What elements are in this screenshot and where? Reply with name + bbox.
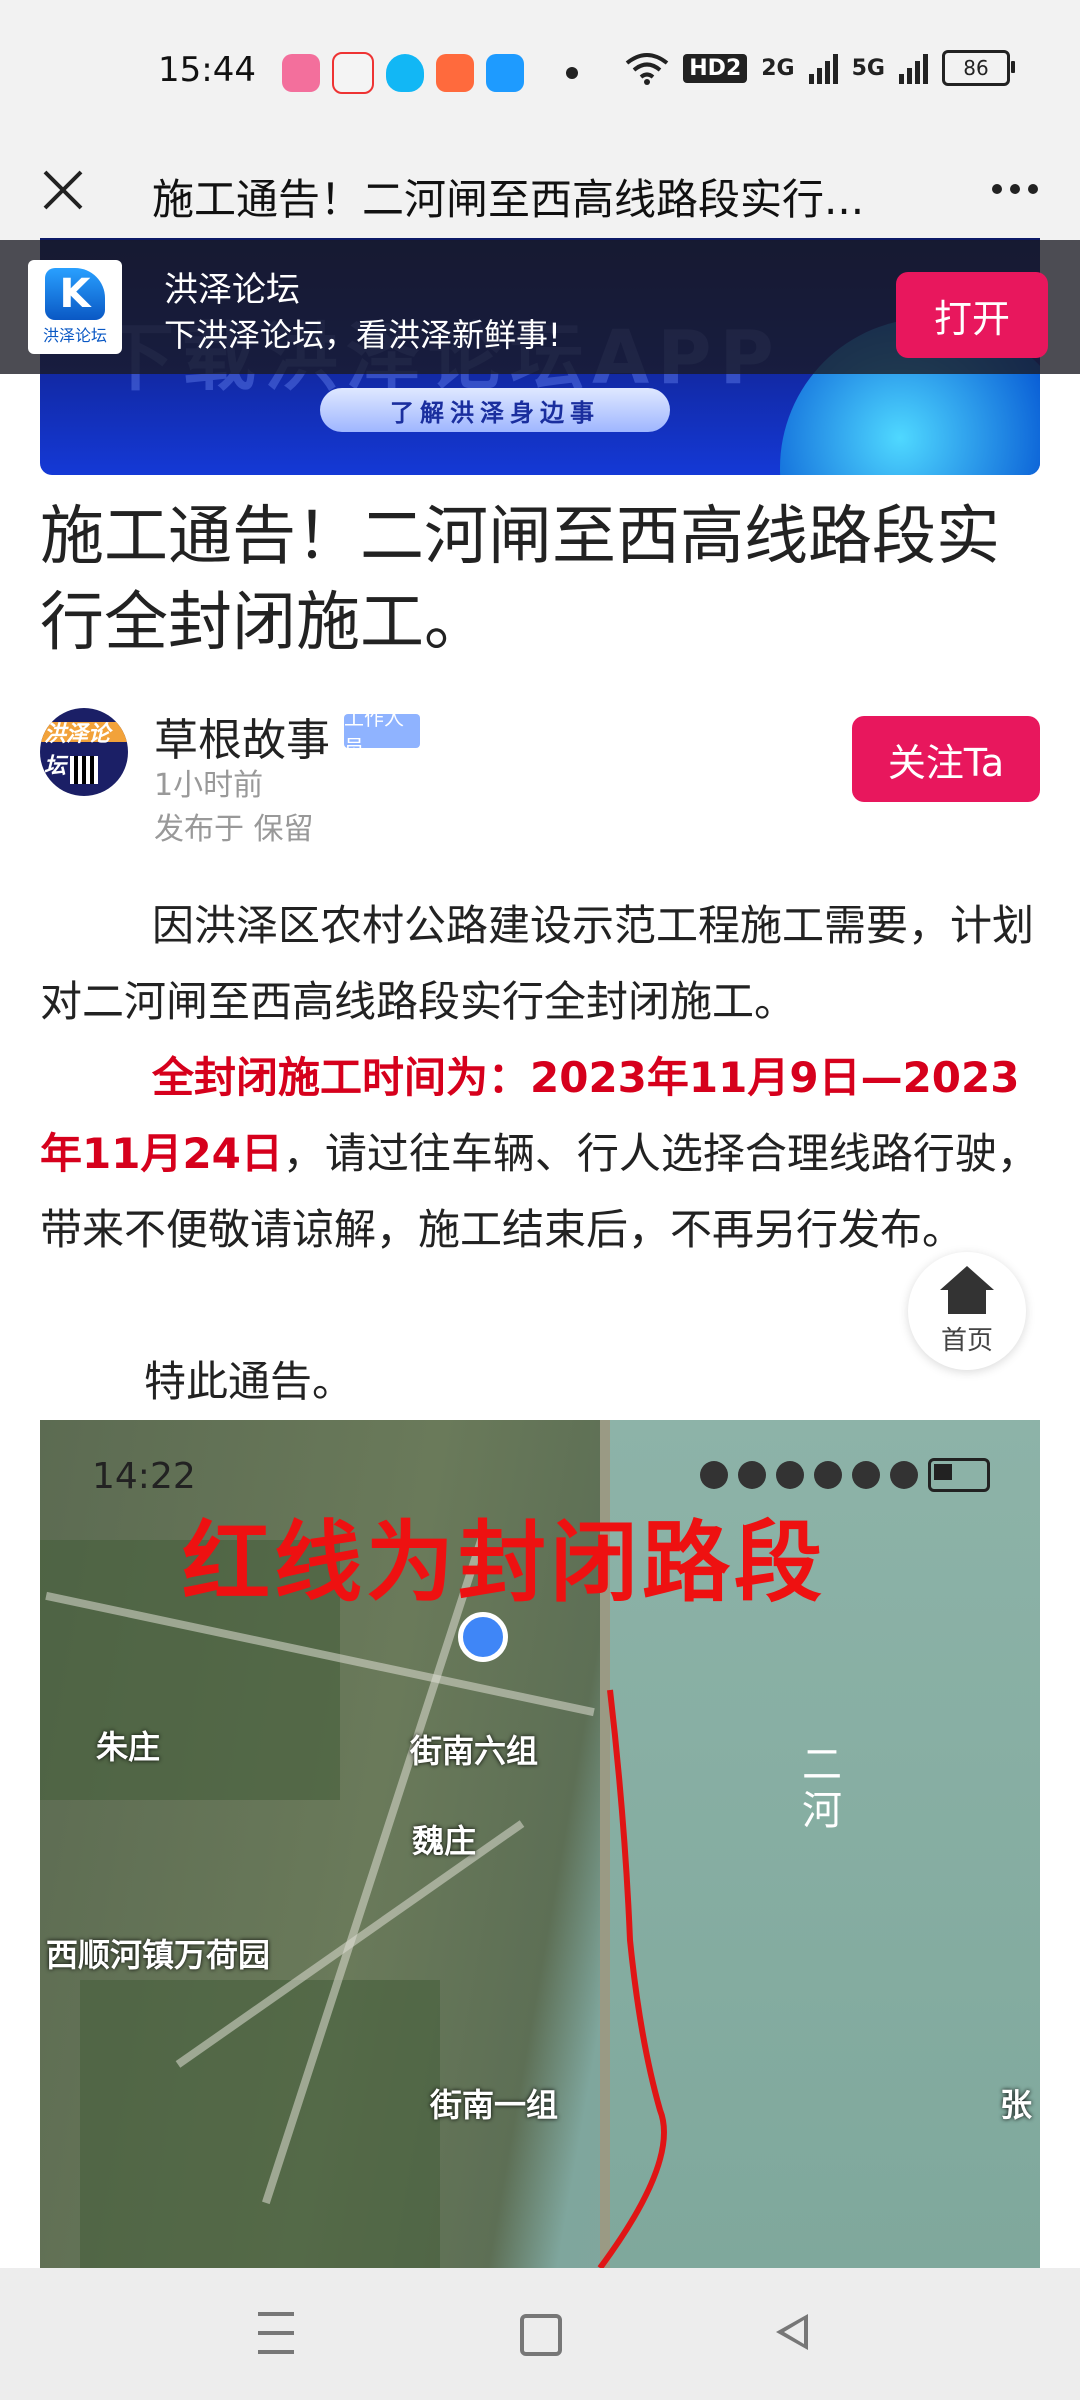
battery-icon: 86 — [942, 50, 1015, 86]
home-nav-button[interactable] — [520, 2314, 562, 2356]
post-location: 发布于 保留 — [154, 812, 314, 847]
promo-subtitle: 下洪泽论坛，看洪泽新鲜事! — [164, 316, 561, 354]
home-icon — [940, 1265, 994, 1316]
title-bar: 施工通告！二河闸至西高线路段实行... — [0, 140, 1080, 240]
more-options-button[interactable] — [980, 164, 1050, 214]
map-image[interactable]: 14:22 红线为封闭路段 朱庄 街南六组 魏庄 西顺河镇万荷园 街南一组 张 … — [40, 1420, 1040, 2268]
status-time: 15:44 — [158, 50, 256, 90]
qq-icon — [386, 54, 424, 92]
more-dot-icon — [1028, 184, 1038, 194]
staff-badge: 工作人员 — [344, 706, 420, 759]
article-paragraph: 特此通告。 — [144, 1357, 355, 1406]
bilibili-icon — [282, 54, 320, 92]
network-2g-label: 2G — [761, 55, 795, 81]
recent-apps-button[interactable] — [258, 2312, 300, 2354]
hd-voice-icon: HD2 — [683, 53, 748, 83]
forum-logo-text: 洪泽论坛 — [42, 326, 107, 345]
back-button[interactable] — [776, 2314, 808, 2350]
more-dot-icon — [1010, 184, 1020, 194]
page-title: 施工通告！二河闸至西高线路段实行... — [152, 175, 865, 224]
article-paragraph: 因洪泽区农村公路建设示范工程施工需要，计划对二河闸至西高线路段实行全封闭施工。 — [40, 901, 1035, 1026]
notification-icons — [282, 52, 578, 94]
close-icon — [43, 170, 83, 210]
article-title: 施工通告！二河闸至西高线路段实行全封闭施工。 — [40, 500, 1000, 660]
follow-button[interactable]: 关注Ta — [852, 716, 1040, 802]
network-5g-label: 5G — [851, 55, 885, 81]
banner-pill: 了解洪泽身边事 — [320, 388, 670, 432]
open-app-button[interactable]: 打开 — [896, 272, 1048, 358]
system-nav-bar — [0, 2268, 1080, 2400]
forum-logo: K 洪泽论坛 — [28, 260, 122, 354]
app-promo-bar[interactable]: K 洪泽论坛 洪泽论坛 下洪泽论坛，看洪泽新鲜事! 打开 — [0, 240, 1080, 374]
signal-5g-icon — [899, 52, 928, 84]
promo-app-name: 洪泽论坛 — [164, 270, 300, 310]
signal-2g-icon — [808, 52, 838, 84]
article-paragraph: 全封闭施工时间为：2023年11月9日—2023年11月24日，请过往车辆、行人… — [40, 1040, 1040, 1268]
forum-logo-mark: K — [45, 268, 105, 320]
status-bar: 15:44 HD2 2G 5G 86 — [0, 0, 1080, 140]
system-icons: HD2 2G 5G 86 — [625, 50, 1015, 86]
photo-app-icon — [436, 54, 474, 92]
more-dot-icon — [992, 184, 1002, 194]
closed-road-line — [597, 1689, 667, 2268]
author-name[interactable]: 草根故事 — [154, 704, 330, 768]
home-button[interactable]: 首页 — [908, 1252, 1026, 1370]
notification-app-icon — [332, 52, 374, 94]
wifi-icon — [626, 53, 669, 85]
close-button[interactable] — [30, 157, 96, 223]
home-label: 首页 — [940, 1325, 993, 1356]
more-notifications-dot — [566, 67, 578, 79]
browser-app-icon — [486, 54, 524, 92]
avatar-qr — [70, 756, 98, 784]
post-time: 1小时前 — [154, 768, 264, 803]
battery-level: 86 — [963, 56, 989, 80]
avatar[interactable]: 洪泽论坛 — [40, 708, 128, 796]
